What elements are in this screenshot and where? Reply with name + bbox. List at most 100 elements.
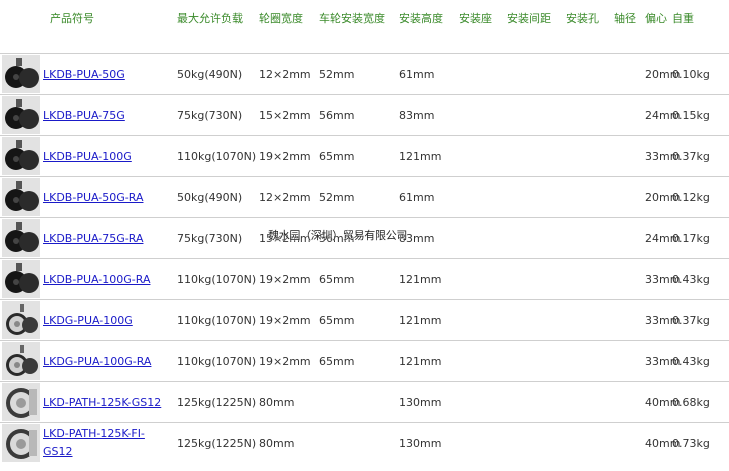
mount-hole-cell [564,176,612,218]
rim-width-cell: 19×2mm [257,340,317,382]
mount-spacing-cell [505,53,564,95]
product-image-cell [0,135,40,177]
product-code-link[interactable]: LKDG-PUA-100G-RA [43,355,151,368]
mount-hole-cell [564,258,612,300]
offset-cell: 24mm [643,94,680,136]
axle-diameter-cell [612,340,643,382]
mount-spacing-cell [505,258,564,300]
caster-wheel-image [2,96,40,134]
product-image-cell [0,258,40,300]
header-product-code: 产品符号 [40,0,175,54]
caster-wheel-image [2,137,40,175]
weight-cell: 0.15kg [670,94,729,136]
axle-diameter-cell [612,299,643,341]
mount-height-cell: 130mm [399,436,442,450]
rim-width-cell: 19×2mm [257,299,317,341]
mount-seat-cell [457,340,505,382]
axle-diameter-cell [612,381,643,423]
rim-width-cell: 80mm [257,381,317,423]
mount-seat-cell [457,53,505,95]
caster-wheel-image [2,55,40,93]
product-code-cell: LKDG-PUA-100G [40,299,175,341]
product-image-cell [0,53,40,95]
header-mount-height: 安装高度 [397,0,457,54]
axle-diameter-cell [612,217,643,259]
mount-spacing-cell [505,299,564,341]
caster-wheel-image [2,424,40,462]
weight-cell: 0.43kg [670,258,729,300]
wheel-width-cell: 52mm [317,53,397,95]
mount-height-cell: 61mm [397,53,457,95]
product-code-link[interactable]: LKDB-PUA-50G-RA [43,191,143,204]
product-image-cell [0,381,40,423]
product-image-cell [0,176,40,218]
offset-cell: 20mm [643,53,680,95]
weight-cell: 0.43kg [670,340,729,382]
caster-wheel-image [2,260,40,298]
header-image [0,0,40,54]
product-code-link[interactable]: LKDB-PUA-100G-RA [43,273,150,286]
product-code-cell: LKDB-PUA-50G-RA [40,176,175,218]
offset-cell: 33mm [643,340,680,382]
max-load-cell: 75kg(730N) [175,94,257,136]
max-load-cell: 110kg(1070N) [175,258,257,300]
product-code-cell: LKDB-PUA-100G-RA [40,258,175,300]
offset-cell: 33mm [643,258,680,300]
wheel-width-cell: 56mm [317,217,397,259]
rim-width-cell: 15×2mm [257,217,317,259]
axle-diameter-cell [612,53,643,95]
product-code-cell: LKDG-PUA-100G-RA [40,340,175,382]
table-row: LKDB-PUA-50G-RA 50kg(490N) 12×2mm 52mm 61mm 2… [0,176,729,218]
max-load-cell: 50kg(490N) [175,176,257,218]
table-header-row: 产品符号 最大允许负载 轮圈宽度 车轮安装宽度 安装高度 安装座 安装间距 安装… [0,0,729,54]
header-offset: 偏心 [643,0,670,54]
weight-cell: 0.37kg [670,299,729,341]
mount-spacing-cell [505,94,564,136]
rim-width-cell: 80mm [259,436,295,450]
mount-seat-cell [457,423,505,464]
mount-hole-cell [564,94,612,136]
rim-width-cell: 19×2mm [257,258,317,300]
max-load-cell: 125kg(1225N) [175,381,257,423]
axle-diameter-cell [612,176,643,218]
rim-width-cell: 12×2mm [257,176,317,218]
mount-hole-cell [564,299,612,341]
mount-height-cell: 121mm [397,135,457,177]
max-load-cell: 125kg(1225N) [177,436,257,450]
header-mount-hole: 安装孔 [564,0,612,54]
wheel-width-cell [317,423,397,464]
weight-cell: 0.37kg [670,135,729,177]
mount-seat-cell [457,299,505,341]
mount-hole-cell [564,381,612,423]
product-code-link[interactable]: LKDB-PUA-75G-RA [43,232,143,245]
header-max-load: 最大允许负载 [175,0,257,54]
wheel-width-cell: 65mm [317,299,397,341]
offset-cell: 40mm [645,436,681,450]
wheel-width-cell: 56mm [317,94,397,136]
axle-diameter-cell [612,135,643,177]
product-code-link[interactable]: LKDB-PUA-100G [43,150,132,163]
max-load-cell: 110kg(1070N) [175,340,257,382]
mount-seat-cell [457,176,505,218]
mount-spacing-cell [505,340,564,382]
wheel-width-cell [317,381,397,423]
table-row: LKDB-PUA-75G 75kg(730N) 15×2mm 56mm 83mm 24mm… [0,94,729,136]
caster-wheel-image [2,219,40,257]
mount-height-cell: 121mm [397,299,457,341]
product-code-link[interactable]: LKDB-PUA-75G [43,109,125,122]
product-code-link[interactable]: LKD-PATH-125K-GS12 [43,396,161,409]
product-code-cell: LKDB-PUA-50G [40,53,175,95]
mount-height-cell: 121mm [397,340,457,382]
mount-spacing-cell [505,176,564,218]
product-image-cell [0,340,40,382]
header-weight: 自重 [670,0,729,54]
offset-cell: 24mm [643,217,680,259]
header-axle-diameter: 轴径 [612,0,643,54]
product-code-link[interactable]: LKDB-PUA-50G [43,68,125,81]
product-image-cell [0,217,40,259]
table-row: LKDG-PUA-100G 110kg(1070N) 19×2mm 65mm 121mm… [0,299,729,341]
product-code-link[interactable]: LKDG-PUA-100G [43,314,133,327]
mount-hole-cell [564,423,612,464]
product-code-link[interactable]: LKD-PATH-125K-FI-GS12 [43,427,145,458]
max-load-cell: 110kg(1070N) [175,135,257,177]
